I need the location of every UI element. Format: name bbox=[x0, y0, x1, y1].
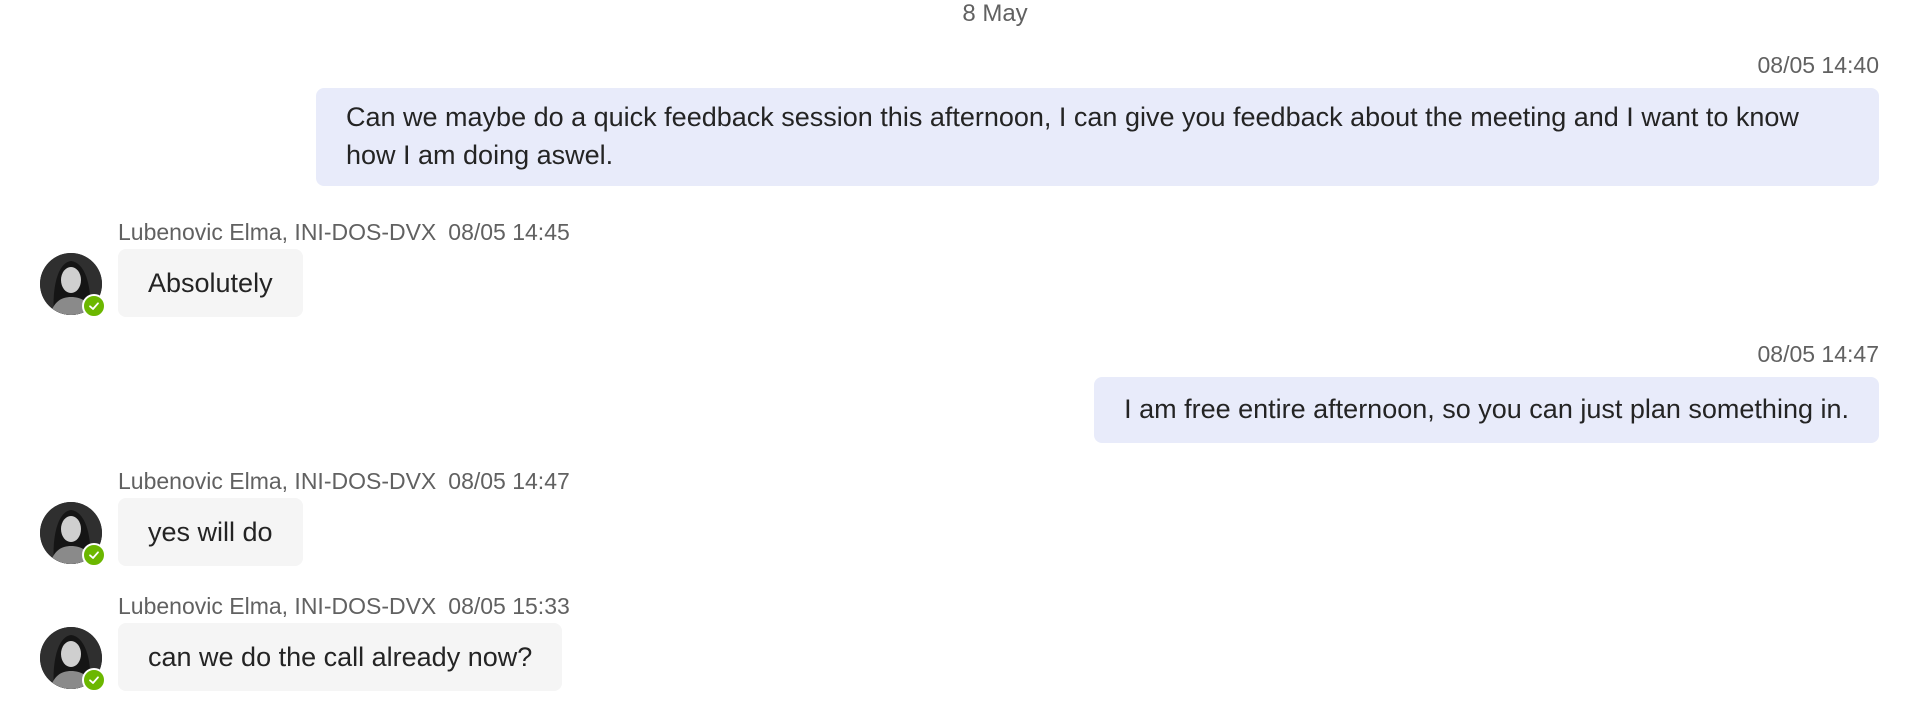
message-header: Lubenovic Elma, INI-DOS-DVX 08/05 14:45 bbox=[118, 218, 570, 246]
message-timestamp: 08/05 14:45 bbox=[448, 219, 570, 245]
message-bubble[interactable]: I am free entire afternoon, so you can j… bbox=[1094, 377, 1879, 443]
message-bubble[interactable]: Can we maybe do a quick feedback session… bbox=[316, 88, 1879, 186]
presence-available-icon bbox=[82, 543, 106, 567]
sender-name[interactable]: Lubenovic Elma, INI-DOS-DVX bbox=[118, 593, 436, 619]
sender-name[interactable]: Lubenovic Elma, INI-DOS-DVX bbox=[118, 219, 436, 245]
message-bubble[interactable]: yes will do bbox=[118, 498, 303, 566]
message-bubble[interactable]: can we do the call already now? bbox=[118, 623, 563, 691]
outgoing-message[interactable]: 08/05 14:40 Can we maybe do a quick feed… bbox=[316, 51, 1879, 186]
message-timestamp: 08/05 14:47 bbox=[1757, 341, 1879, 367]
message-timestamp: 08/05 14:40 bbox=[1757, 52, 1879, 78]
presence-available-icon bbox=[82, 668, 106, 692]
sender-name[interactable]: Lubenovic Elma, INI-DOS-DVX bbox=[118, 468, 436, 494]
message-timestamp: 08/05 14:47 bbox=[448, 468, 570, 494]
date-divider: 8 May bbox=[962, 0, 1028, 27]
message-header: Lubenovic Elma, INI-DOS-DVX 08/05 15:33 bbox=[118, 592, 570, 620]
presence-available-icon bbox=[82, 294, 106, 318]
message-timestamp: 08/05 15:33 bbox=[448, 593, 570, 619]
outgoing-message[interactable]: 08/05 14:47 I am free entire afternoon, … bbox=[1094, 340, 1879, 443]
message-header: Lubenovic Elma, INI-DOS-DVX 08/05 14:47 bbox=[118, 467, 570, 495]
message-bubble[interactable]: Absolutely bbox=[118, 249, 303, 317]
